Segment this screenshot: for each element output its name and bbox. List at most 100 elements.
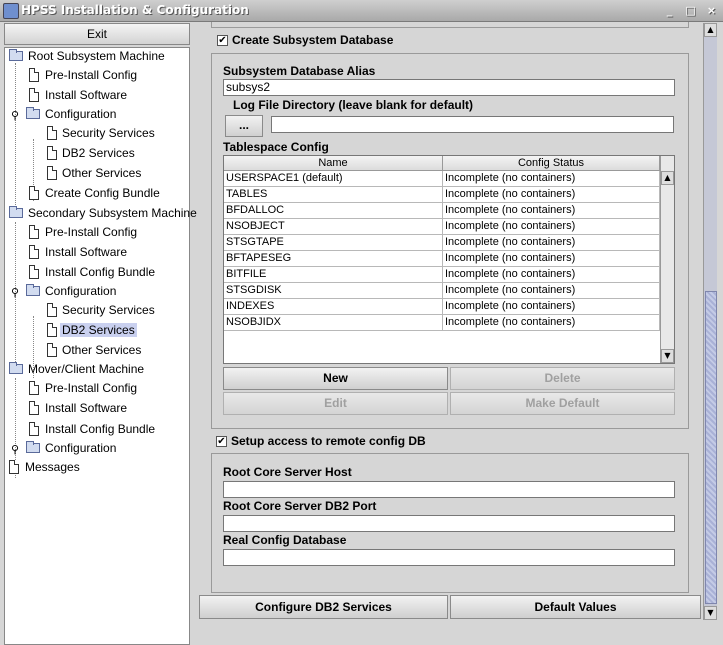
close-button[interactable]: × bbox=[705, 4, 718, 17]
document-icon bbox=[29, 245, 39, 259]
alias-label: Subsystem Database Alias bbox=[223, 64, 376, 78]
document-icon bbox=[47, 303, 57, 317]
config-status-cell: Incomplete (no containers) bbox=[443, 267, 660, 283]
tree-item-configuration[interactable]: ⚲ Configuration bbox=[11, 440, 118, 457]
tree-item-install-software[interactable]: Install Software bbox=[29, 87, 129, 104]
scroll-up-icon[interactable]: ▲ bbox=[704, 23, 717, 37]
tree-item-pre-install-config[interactable]: Pre-Install Config bbox=[29, 67, 139, 84]
window-title: HPSS Installation & Configuration bbox=[21, 3, 249, 17]
tree-item-pre-install-config[interactable]: Pre-Install Config bbox=[29, 224, 139, 241]
tablespace-name-cell: NSOBJECT bbox=[224, 219, 443, 235]
main-scrollbar[interactable]: ▲ ▼ bbox=[703, 23, 717, 620]
real-config-db-input[interactable] bbox=[223, 549, 675, 566]
expand-toggle-icon[interactable]: ⚲ bbox=[11, 442, 19, 459]
tablespace-name-cell: TABLES bbox=[224, 187, 443, 203]
tablespace-name-cell: BFDALLOC bbox=[224, 203, 443, 219]
tree-item-security-services[interactable]: Security Services bbox=[47, 302, 157, 319]
remote-config-label: Setup access to remote config DB bbox=[231, 434, 426, 448]
column-header-config-status[interactable]: Config Status bbox=[443, 156, 660, 171]
expand-toggle-icon[interactable]: ⚲ bbox=[11, 108, 19, 125]
table-row[interactable]: STSGDISK Incomplete (no containers) bbox=[224, 283, 660, 299]
document-icon bbox=[29, 88, 39, 102]
app-icon bbox=[3, 3, 19, 19]
host-label: Root Core Server Host bbox=[223, 465, 352, 479]
table-scrollbar[interactable]: ▲ ▼ bbox=[660, 156, 674, 363]
tree-item-label: Secondary Subsystem Machine bbox=[28, 206, 197, 220]
scroll-down-icon[interactable]: ▼ bbox=[661, 349, 674, 363]
delete-button[interactable]: Delete bbox=[450, 367, 675, 390]
table-row[interactable]: INDEXES Incomplete (no containers) bbox=[224, 299, 660, 315]
db2-port-input[interactable] bbox=[223, 515, 675, 532]
navigation-tree: Root Subsystem Machine Pre-Install Confi… bbox=[4, 47, 197, 645]
tree-item-label: Install Software bbox=[45, 401, 128, 415]
tree-item-label: Create Config Bundle bbox=[45, 186, 160, 200]
host-input[interactable] bbox=[223, 481, 675, 498]
table-row[interactable]: STSGTAPE Incomplete (no containers) bbox=[224, 235, 660, 251]
table-row[interactable]: BFDALLOC Incomplete (no containers) bbox=[224, 203, 660, 219]
table-header: Name Config Status bbox=[224, 156, 660, 171]
tablespace-table: Name Config Status USERSPACE1 (default) I… bbox=[223, 155, 675, 364]
db2-port-label: Root Core Server DB2 Port bbox=[223, 499, 377, 513]
tree-item-configuration[interactable]: ⚲ Configuration bbox=[11, 283, 118, 300]
table-row[interactable]: NSOBJECT Incomplete (no containers) bbox=[224, 219, 660, 235]
tree-item-configuration[interactable]: ⚲ Configuration bbox=[11, 106, 118, 123]
document-icon bbox=[29, 401, 39, 415]
empty-table-row bbox=[224, 347, 660, 363]
tree-item-mover-client-machine[interactable]: Mover/Client Machine bbox=[9, 361, 146, 378]
tree-item-install-software[interactable]: Install Software bbox=[29, 400, 129, 417]
document-icon bbox=[29, 265, 39, 279]
folder-icon bbox=[9, 49, 23, 61]
tree-item-other-services[interactable]: Other Services bbox=[47, 165, 143, 182]
tree-item-install-software[interactable]: Install Software bbox=[29, 244, 129, 261]
tree-item-label: Pre-Install Config bbox=[45, 381, 138, 395]
default-values-button[interactable]: Default Values bbox=[450, 595, 701, 619]
tree-item-root-subsystem-machine[interactable]: Root Subsystem Machine bbox=[9, 48, 167, 65]
tree-item-label: Install Software bbox=[45, 88, 128, 102]
tree-item-install-config-bundle[interactable]: Install Config Bundle bbox=[29, 264, 157, 281]
tree-item-label: DB2 Services bbox=[62, 146, 135, 160]
table-row[interactable]: BITFILE Incomplete (no containers) bbox=[224, 267, 660, 283]
table-row[interactable]: TABLES Incomplete (no containers) bbox=[224, 187, 660, 203]
log-dir-input[interactable] bbox=[271, 116, 674, 133]
tree-item-db2-services-selected[interactable]: DB2 Services bbox=[47, 322, 137, 339]
configure-db2-services-button[interactable]: Configure DB2 Services bbox=[199, 595, 448, 619]
tree-item-label: DB2 Services bbox=[60, 323, 137, 337]
tree-item-security-services[interactable]: Security Services bbox=[47, 125, 157, 142]
db2-services-panel: ✔ Create Subsystem Database Subsystem Da… bbox=[199, 22, 703, 593]
remote-config-checkbox[interactable]: ✔ bbox=[216, 436, 227, 447]
document-icon bbox=[29, 186, 39, 200]
minimize-button[interactable]: _ bbox=[663, 4, 676, 17]
edit-button[interactable]: Edit bbox=[223, 392, 448, 415]
tree-item-label: Install Config Bundle bbox=[45, 422, 156, 436]
exit-button[interactable]: Exit bbox=[4, 23, 190, 45]
config-status-cell: Incomplete (no containers) bbox=[443, 251, 660, 267]
table-row[interactable]: BFTAPESEG Incomplete (no containers) bbox=[224, 251, 660, 267]
tree-item-other-services[interactable]: Other Services bbox=[47, 342, 143, 359]
scroll-down-icon[interactable]: ▼ bbox=[704, 606, 717, 620]
tablespace-name-cell: NSOBJIDX bbox=[224, 315, 443, 331]
tree-item-db2-services[interactable]: DB2 Services bbox=[47, 145, 137, 162]
document-icon bbox=[47, 126, 57, 140]
scroll-up-icon[interactable]: ▲ bbox=[661, 171, 674, 185]
maximize-button[interactable]: □ bbox=[684, 4, 697, 17]
scroll-thumb[interactable] bbox=[705, 291, 717, 604]
table-row[interactable]: NSOBJIDX Incomplete (no containers) bbox=[224, 315, 660, 331]
browse-button[interactable]: ... bbox=[225, 115, 263, 137]
document-icon bbox=[29, 68, 39, 82]
document-icon bbox=[29, 381, 39, 395]
document-icon bbox=[29, 225, 39, 239]
table-row[interactable]: USERSPACE1 (default) Incomplete (no conta… bbox=[224, 171, 660, 187]
create-db-checkbox[interactable]: ✔ bbox=[217, 35, 228, 46]
column-header-name[interactable]: Name bbox=[224, 156, 443, 171]
tree-item-install-config-bundle[interactable]: Install Config Bundle bbox=[29, 421, 157, 438]
make-default-button[interactable]: Make Default bbox=[450, 392, 675, 415]
expand-toggle-icon[interactable]: ⚲ bbox=[11, 285, 19, 302]
alias-input[interactable]: subsys2 bbox=[223, 79, 675, 96]
tree-item-secondary-subsystem-machine[interactable]: Secondary Subsystem Machine bbox=[9, 205, 199, 222]
tree-item-create-config-bundle[interactable]: Create Config Bundle bbox=[29, 185, 162, 202]
new-button[interactable]: New bbox=[223, 367, 448, 390]
tree-item-pre-install-config[interactable]: Pre-Install Config bbox=[29, 380, 139, 397]
tree-item-messages[interactable]: Messages bbox=[9, 459, 82, 476]
folder-icon bbox=[26, 107, 40, 119]
tablespace-label: Tablespace Config bbox=[223, 140, 329, 154]
